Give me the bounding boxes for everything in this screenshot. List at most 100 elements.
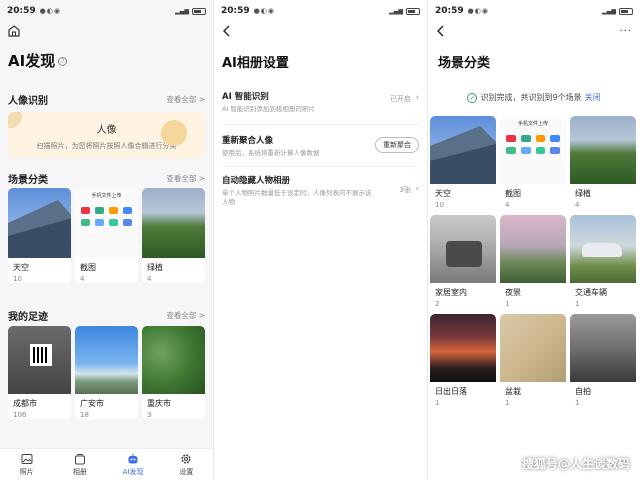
app-icon bbox=[550, 135, 560, 142]
app-icon bbox=[520, 147, 531, 154]
scene-tile-sky[interactable]: 天空 10 bbox=[430, 116, 496, 209]
info-icon[interactable]: ? bbox=[58, 57, 68, 66]
status-time: 20:59 bbox=[7, 6, 36, 16]
ai-album-settings-screen: 20:59 ●◐◉ ▂▄▆ AI相册设置 AI 智能识别 AI 智能识别添加到极… bbox=[214, 0, 427, 480]
tab-label: 照片 bbox=[19, 467, 34, 476]
setting-desc: 单个人物照片数量低于设定时，人像列表内不展示该人物 bbox=[222, 189, 372, 206]
footprint-label: 广安市 bbox=[80, 399, 104, 408]
sky-roof-art bbox=[430, 126, 496, 184]
footprint-tile-chengdu[interactable]: 成都市 106 bbox=[8, 326, 71, 419]
app-icon bbox=[109, 219, 118, 226]
scene-label: 家居室内 bbox=[435, 288, 467, 297]
photo-icon bbox=[21, 453, 33, 464]
status-right-icons: ▂▄▆ bbox=[175, 7, 206, 15]
people-recognition-card[interactable]: 人像 扫描照片，为您将照片按照人像合辑进行分类 bbox=[8, 112, 205, 158]
tab-photos[interactable]: 照片 bbox=[0, 449, 53, 480]
plants-thumbnail bbox=[570, 116, 636, 184]
chengdu-thumbnail bbox=[8, 326, 71, 394]
footprint-view-all-link[interactable]: 查看全部 > bbox=[166, 310, 205, 321]
more-options-icon[interactable]: ··· bbox=[619, 26, 632, 37]
app-icon bbox=[535, 147, 546, 154]
scene-tile-sky[interactable]: 天空 10 bbox=[8, 188, 71, 283]
footprint-grid: 成都市 106 广安市 18 重庆市 3 bbox=[8, 326, 205, 419]
tab-label: AI发现 bbox=[122, 467, 144, 476]
selfie-thumbnail bbox=[570, 314, 636, 382]
scene-count: 4 bbox=[147, 275, 152, 283]
app-icon bbox=[81, 219, 90, 226]
scene-tile-sunset[interactable]: 日出日落 1 bbox=[430, 314, 496, 407]
screenshot-thumbnail: 手机文件上传 bbox=[500, 116, 566, 184]
scene-tile-plants[interactable]: 绿植 4 bbox=[570, 116, 636, 209]
people-view-all-link[interactable]: 查看全部 > bbox=[166, 94, 205, 105]
scene-label: 盆栽 bbox=[505, 387, 521, 396]
screenshot-thumbnail: 手机文件上传 bbox=[75, 188, 138, 258]
scene-tile-screenshot[interactable]: 手机文件上传 截图 4 bbox=[500, 116, 566, 209]
screenshot-stage: 20:59 ●◐◉ ▂▄▆ AI发现? 人像识别 查看全部 > 人像 扫描照片，… bbox=[0, 0, 640, 480]
app-icon bbox=[506, 135, 516, 142]
scene-category-grid: 天空 10 手机文件上传 截图 4 绿植 4 家居室内 2 夜景 1 交通车辆 … bbox=[430, 116, 636, 407]
page-title: AI相册设置 bbox=[222, 56, 289, 71]
scene-tile-potted-plants[interactable]: 盆栽 1 bbox=[500, 314, 566, 407]
scene-count: 4 bbox=[575, 201, 580, 209]
sunset-thumbnail bbox=[430, 314, 496, 382]
notification-icons: ●◐◉ bbox=[467, 7, 489, 15]
notice-text: 识别完成，共识别到9个场景 bbox=[480, 93, 582, 102]
setting-ai-recognition[interactable]: AI 智能识别 AI 智能识别添加到极相册的照片 已开启 › bbox=[222, 90, 419, 114]
notification-icons: ●◐◉ bbox=[39, 7, 61, 15]
page-title-text: AI发现 bbox=[8, 52, 56, 70]
chongqing-thumbnail bbox=[142, 326, 205, 394]
car-art bbox=[582, 243, 622, 257]
scene-view-all-link[interactable]: 查看全部 > bbox=[166, 173, 205, 184]
scene-count: 1 bbox=[575, 300, 580, 308]
page-title: AI发现? bbox=[8, 50, 68, 71]
status-right-icons: ▂▄▆ bbox=[602, 7, 633, 15]
home-icon[interactable] bbox=[7, 24, 21, 38]
footprint-count: 106 bbox=[13, 411, 27, 419]
tab-settings[interactable]: 设置 bbox=[160, 449, 213, 480]
scene-tile-night[interactable]: 夜景 1 bbox=[500, 215, 566, 308]
signal-icon: ▂▄▆ bbox=[389, 7, 403, 15]
decor-blob-right bbox=[161, 120, 187, 146]
scene-count: 10 bbox=[13, 275, 22, 283]
scene-tile-screenshot[interactable]: 手机文件上传 截图 4 bbox=[75, 188, 138, 283]
notice-close-link[interactable]: 关闭 bbox=[585, 93, 601, 102]
scene-tile-selfie[interactable]: 自拍 1 bbox=[570, 314, 636, 407]
album-icon bbox=[74, 453, 85, 464]
scene-label: 天空 bbox=[13, 263, 29, 272]
battery-icon bbox=[192, 7, 206, 15]
bottom-tab-bar: 照片 相册 AI发现 设置 bbox=[0, 448, 213, 480]
tab-ai-discover[interactable]: AI发现 bbox=[107, 449, 160, 480]
scene-count: 4 bbox=[505, 201, 510, 209]
vehicles-thumbnail bbox=[570, 215, 636, 283]
speaker-art bbox=[446, 241, 482, 267]
app-icon bbox=[535, 135, 546, 142]
scene-count: 10 bbox=[435, 201, 444, 209]
tab-albums[interactable]: 相册 bbox=[53, 449, 106, 480]
scene-tile-vehicles[interactable]: 交通车辆 1 bbox=[570, 215, 636, 308]
battery-icon bbox=[619, 7, 633, 15]
scene-label: 天空 bbox=[435, 189, 451, 198]
back-arrow-icon[interactable] bbox=[222, 25, 232, 37]
app-icon bbox=[95, 207, 104, 214]
scene-grid: 天空 10 手机文件上传 截图 4 绿植 4 bbox=[8, 188, 205, 283]
check-circle-icon: ✓ bbox=[467, 92, 478, 103]
scene-label: 截图 bbox=[80, 263, 96, 272]
recognition-notice: ✓ 识别完成，共识别到9个场景 关闭 bbox=[428, 92, 640, 103]
back-arrow-icon[interactable] bbox=[436, 25, 446, 37]
setting-auto-hide-person-albums[interactable]: 自动隐藏人物相册 单个人物照片数量低于设定时，人像列表内不展示该人物 3张 › bbox=[222, 174, 419, 207]
battery-icon bbox=[406, 7, 420, 15]
scene-count: 1 bbox=[505, 399, 510, 407]
scene-tile-home-interior[interactable]: 家居室内 2 bbox=[430, 215, 496, 308]
night-thumbnail bbox=[500, 215, 566, 283]
scene-section-title: 场景分类 bbox=[8, 175, 48, 186]
app-icon bbox=[123, 207, 132, 214]
scene-label: 夜景 bbox=[505, 288, 521, 297]
regroup-button[interactable]: 重新聚合 bbox=[375, 137, 419, 153]
footprint-tile-guangan[interactable]: 广安市 18 bbox=[75, 326, 138, 419]
footprint-count: 18 bbox=[80, 411, 89, 419]
footprint-tile-chongqing[interactable]: 重庆市 3 bbox=[142, 326, 205, 419]
scene-tile-plants[interactable]: 绿植 4 bbox=[142, 188, 205, 283]
page-title: 场景分类 bbox=[438, 56, 491, 71]
scene-label: 绿植 bbox=[575, 189, 591, 198]
status-time: 20:59 bbox=[221, 6, 250, 16]
